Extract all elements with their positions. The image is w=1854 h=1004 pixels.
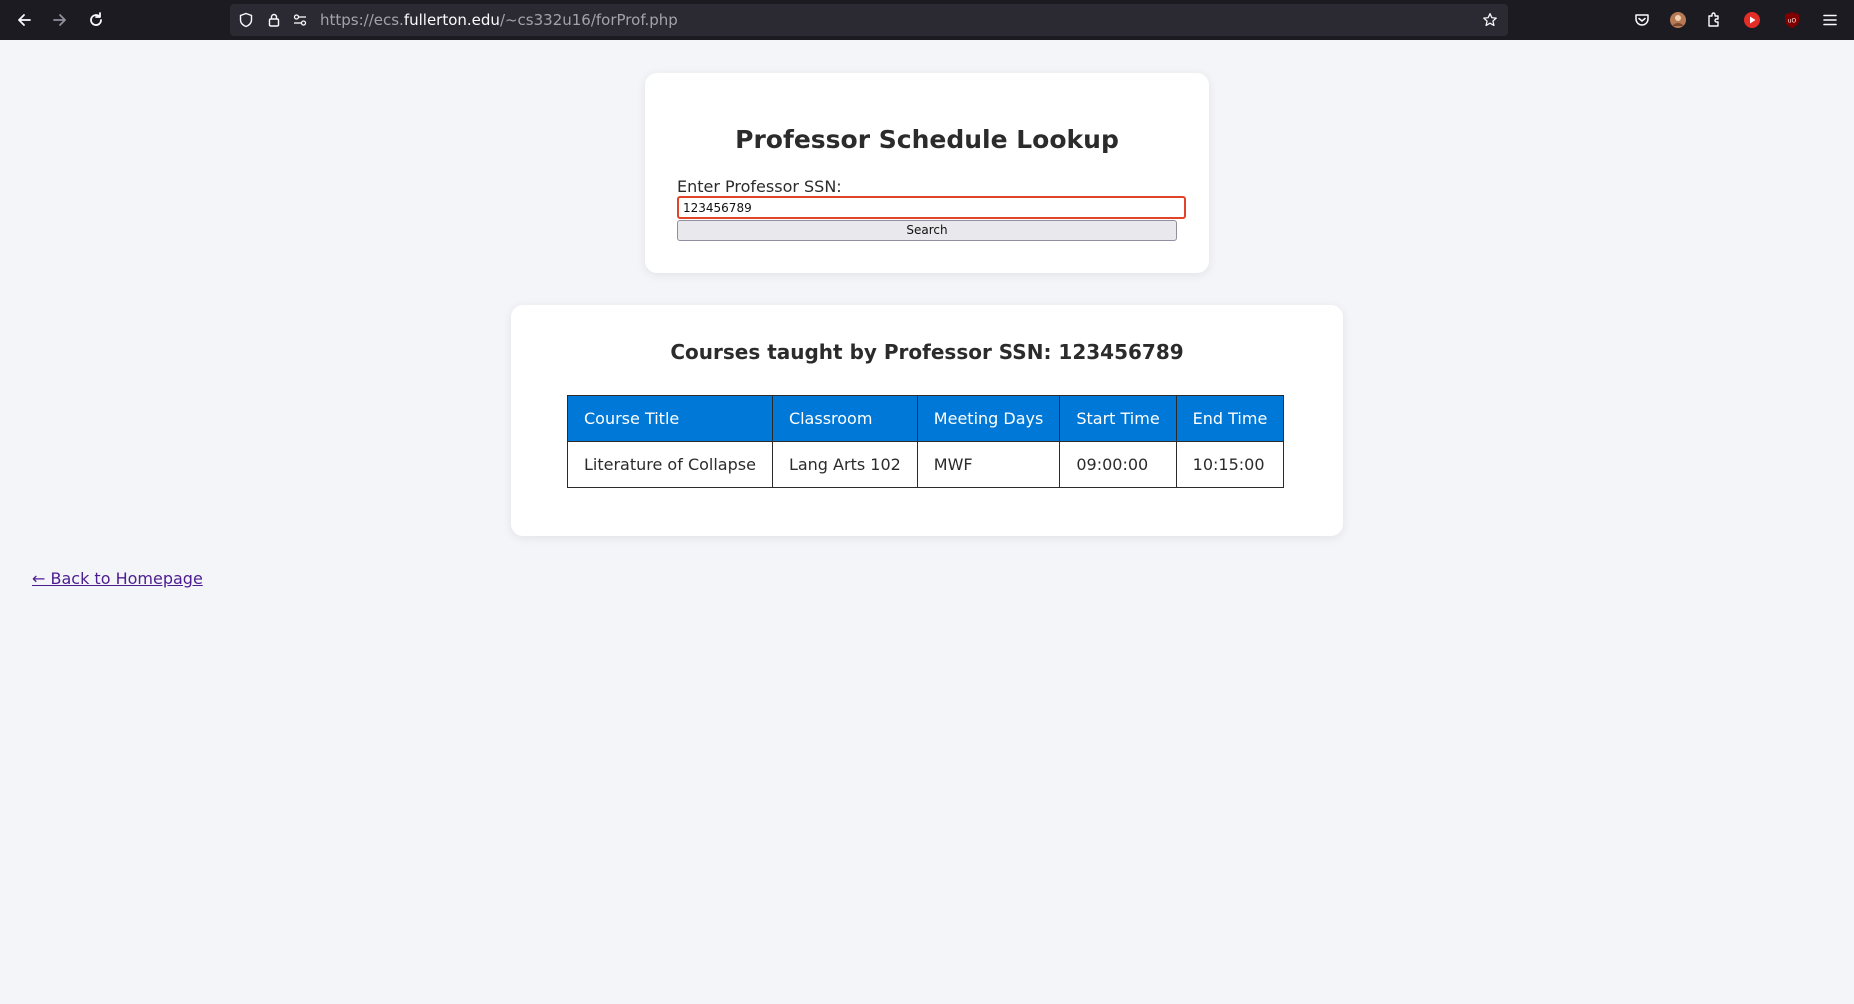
ssn-label: Enter Professor SSN: xyxy=(677,177,842,196)
shield-icon[interactable] xyxy=(238,12,254,28)
account-avatar-icon[interactable] xyxy=(1667,9,1689,31)
menu-hamburger-icon[interactable] xyxy=(1819,9,1841,31)
youtube-extension-icon[interactable] xyxy=(1741,9,1763,31)
ssn-input[interactable] xyxy=(677,196,1186,219)
bookmark-star-icon[interactable] xyxy=(1482,12,1498,28)
cell-meeting-days: MWF xyxy=(916,441,1061,488)
page-title: Professor Schedule Lookup xyxy=(735,125,1119,154)
cell-end-time: 10:15:00 xyxy=(1175,441,1285,488)
column-header-classroom: Classroom xyxy=(771,395,918,442)
lookup-card: Professor Schedule Lookup Enter Professo… xyxy=(645,73,1209,273)
lock-icon[interactable] xyxy=(266,12,282,28)
url-bar[interactable]: https://ecs.fullerton.edu/~cs332u16/forP… xyxy=(230,4,1508,36)
ublock-origin-icon[interactable]: uO xyxy=(1781,9,1803,31)
results-card: Courses taught by Professor SSN: 1234567… xyxy=(511,305,1343,536)
cell-classroom: Lang Arts 102 xyxy=(771,441,918,488)
courses-table: Course Title Classroom Meeting Days Star… xyxy=(567,395,1285,488)
back-arrow-icon[interactable] xyxy=(11,8,37,32)
back-to-homepage-link[interactable]: ← Back to Homepage xyxy=(32,569,203,588)
column-header-meeting-days: Meeting Days xyxy=(916,395,1061,442)
column-header-course-title: Course Title xyxy=(567,395,773,442)
permissions-icon[interactable] xyxy=(292,12,308,28)
cell-course-title: Literature of Collapse xyxy=(567,441,773,488)
results-title-ssn: 123456789 xyxy=(1058,340,1184,364)
results-title: Courses taught by Professor SSN: 1234567… xyxy=(511,340,1343,364)
browser-toolbar: https://ecs.fullerton.edu/~cs332u16/forP… xyxy=(0,0,1854,40)
forward-arrow-icon[interactable] xyxy=(47,8,73,32)
svg-text:uO: uO xyxy=(1788,18,1797,25)
url-text[interactable]: https://ecs.fullerton.edu/~cs332u16/forP… xyxy=(320,11,678,29)
column-header-start-time: Start Time xyxy=(1059,395,1177,442)
table-row: Literature of Collapse Lang Arts 102 MWF… xyxy=(567,441,1285,488)
cell-start-time: 09:00:00 xyxy=(1059,441,1177,488)
results-title-prefix: Courses taught by Professor SSN: xyxy=(670,340,1052,364)
reload-icon[interactable] xyxy=(83,8,109,32)
table-header-row: Course Title Classroom Meeting Days Star… xyxy=(567,395,1285,442)
search-button[interactable]: Search xyxy=(677,220,1177,241)
extensions-icon[interactable] xyxy=(1703,9,1725,31)
pocket-icon[interactable] xyxy=(1631,9,1653,31)
column-header-end-time: End Time xyxy=(1175,395,1285,442)
